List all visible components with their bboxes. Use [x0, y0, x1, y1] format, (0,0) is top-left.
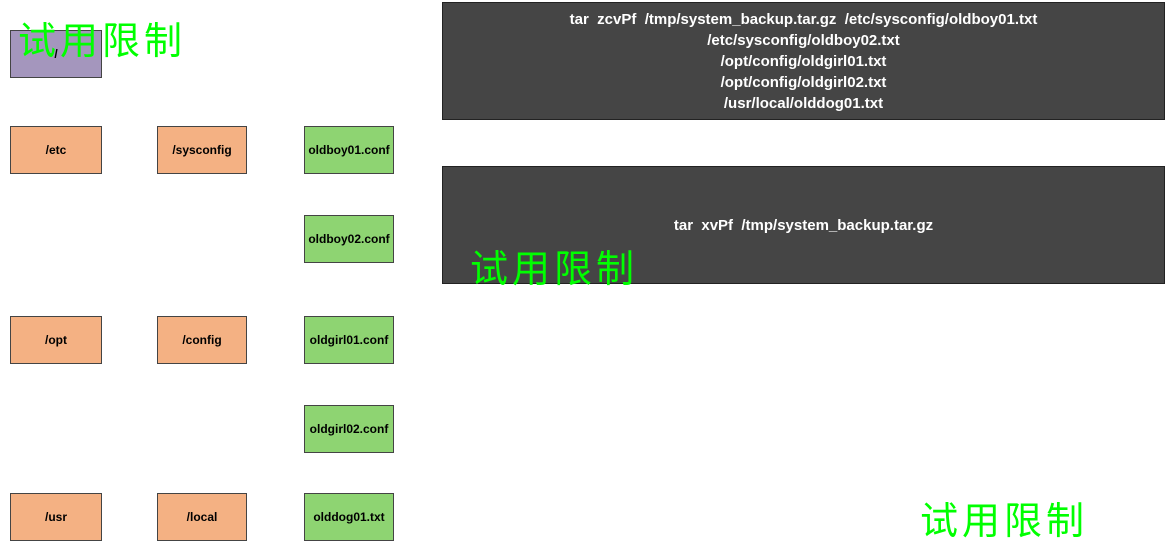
node-olddog01-label: olddog01.txt	[313, 510, 384, 524]
watermark-3: 试用限制	[920, 490, 1088, 545]
node-oldgirl02-label: oldgirl02.conf	[310, 422, 389, 436]
codebox-create-line2: /etc/sysconfig/oldboy02.txt	[707, 30, 900, 51]
codebox-create-line1: tar zcvPf /tmp/system_backup.tar.gz /etc…	[570, 9, 1038, 30]
node-oldboy01-label: oldboy01.conf	[308, 143, 389, 157]
node-oldgirl01: oldgirl01.conf	[304, 316, 394, 364]
node-etc: /etc	[10, 126, 102, 174]
node-olddog01: olddog01.txt	[304, 493, 394, 541]
node-oldgirl01-label: oldgirl01.conf	[310, 333, 389, 347]
node-opt-label: /opt	[45, 333, 67, 347]
node-oldboy01: oldboy01.conf	[304, 126, 394, 174]
node-oldgirl02: oldgirl02.conf	[304, 405, 394, 453]
node-config-label: /config	[182, 333, 221, 347]
node-sysconfig-label: /sysconfig	[172, 143, 231, 157]
node-etc-label: /etc	[46, 143, 67, 157]
node-opt: /opt	[10, 316, 102, 364]
node-root-label: /	[54, 47, 57, 61]
node-usr: /usr	[10, 493, 102, 541]
node-config: /config	[157, 316, 247, 364]
node-oldboy02-label: oldboy02.conf	[308, 232, 389, 246]
codebox-extract: tar xvPf /tmp/system_backup.tar.gz	[442, 166, 1165, 284]
node-oldboy02: oldboy02.conf	[304, 215, 394, 263]
node-usr-label: /usr	[45, 510, 67, 524]
node-root: /	[10, 30, 102, 78]
node-local-label: /local	[187, 510, 218, 524]
codebox-create-line3: /opt/config/oldgirl01.txt	[721, 51, 887, 72]
codebox-create-line4: /opt/config/oldgirl02.txt	[721, 72, 887, 93]
codebox-create-line5: /usr/local/olddog01.txt	[724, 93, 883, 114]
node-local: /local	[157, 493, 247, 541]
codebox-extract-line1: tar xvPf /tmp/system_backup.tar.gz	[674, 215, 933, 236]
node-sysconfig: /sysconfig	[157, 126, 247, 174]
codebox-create: tar zcvPf /tmp/system_backup.tar.gz /etc…	[442, 2, 1165, 120]
